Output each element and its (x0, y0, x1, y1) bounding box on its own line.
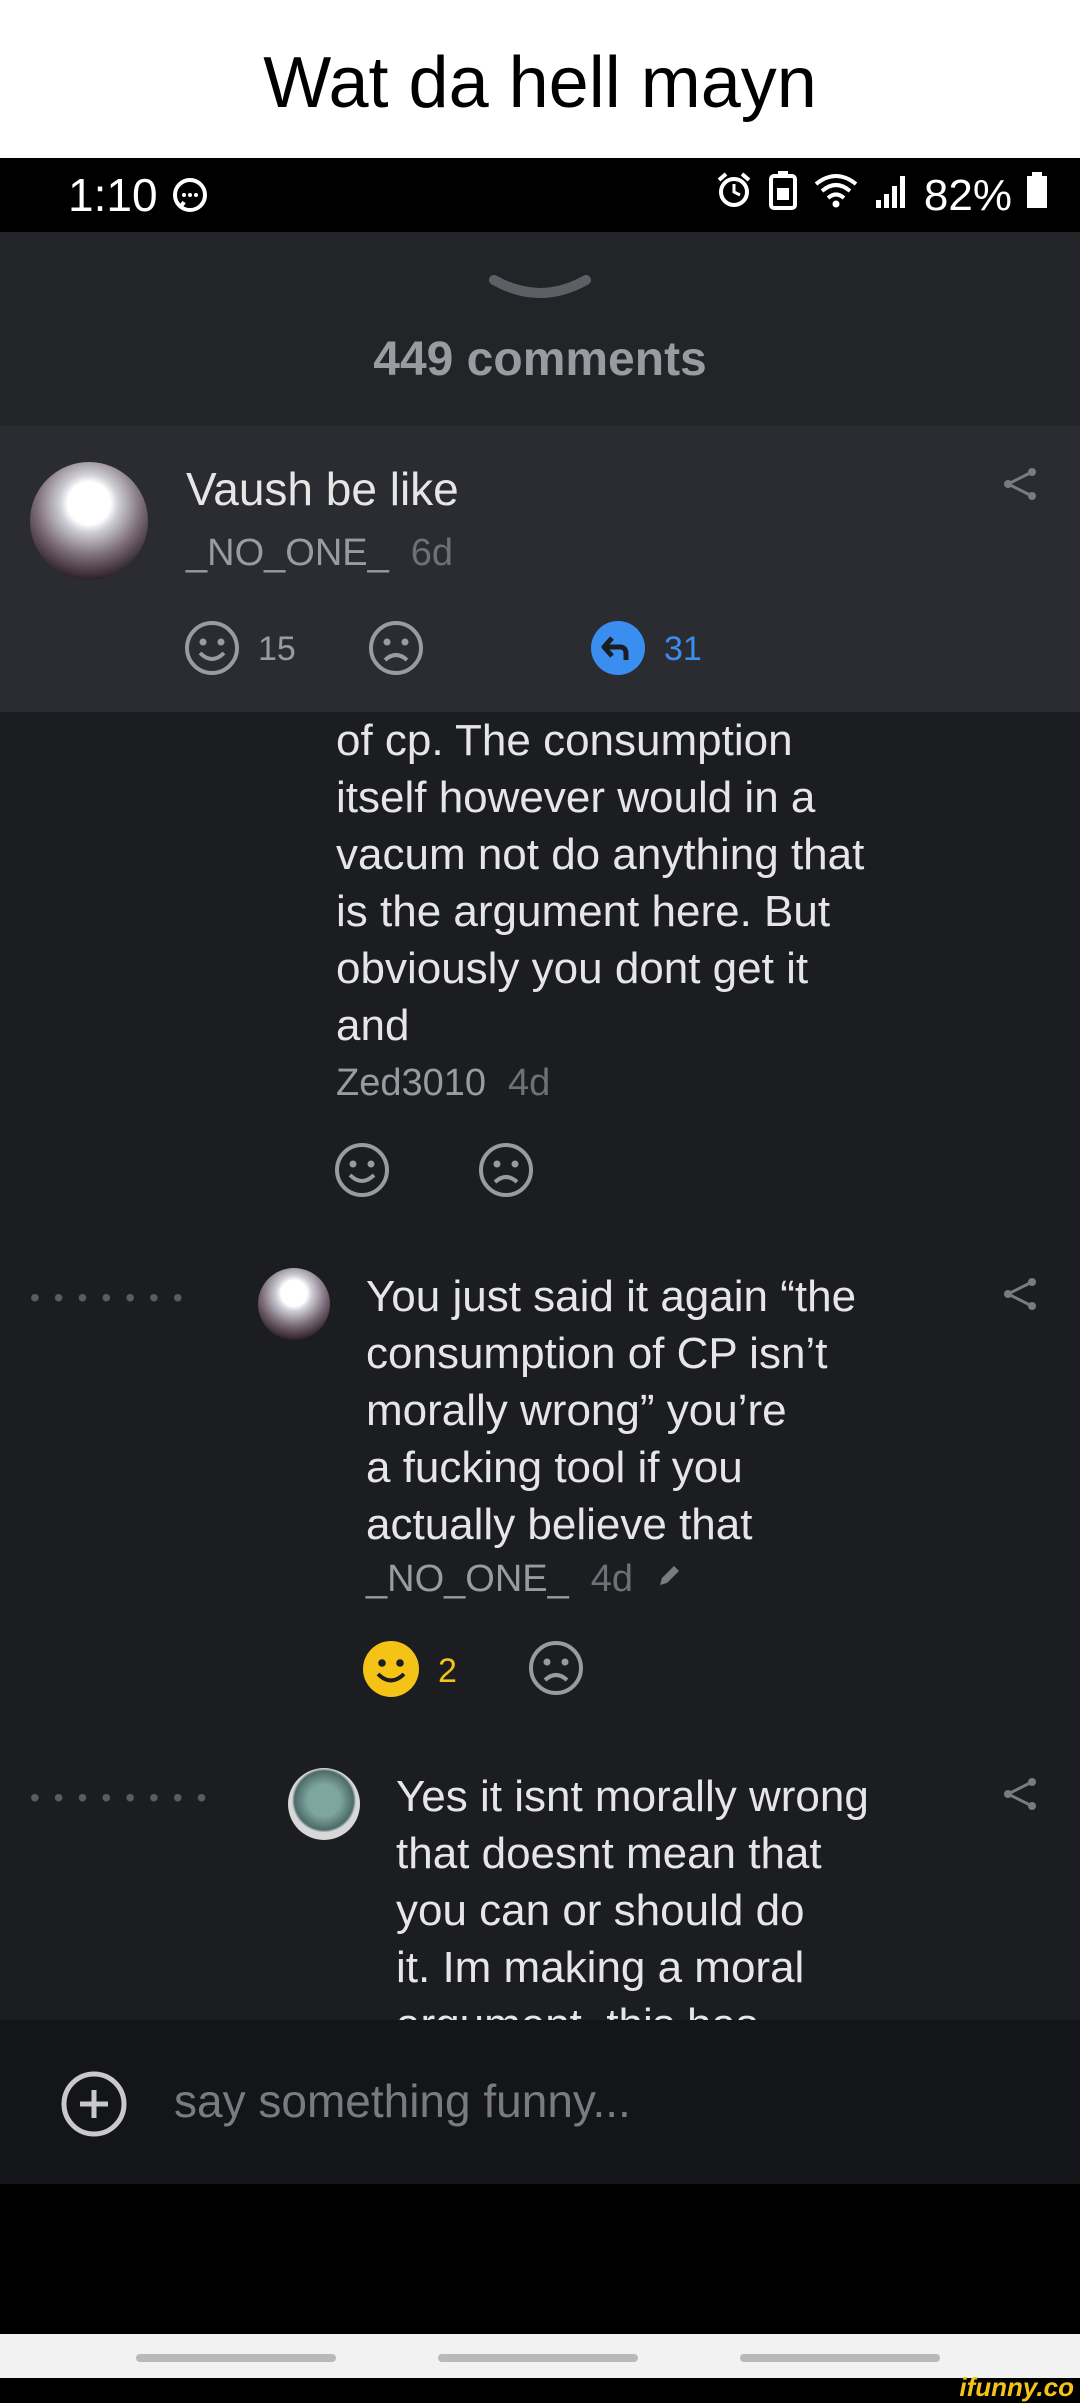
comments-sheet: 449 comments Vaush be like _NO_ONE_ 6d 15… (0, 232, 1080, 2020)
nav-gesture-hint[interactable] (740, 2354, 940, 2362)
thread-depth-dots: ••••••• (30, 1282, 197, 1313)
comment-text: of cp. The consumption itself however wo… (336, 716, 865, 1050)
post-title: Vaush be like (186, 463, 459, 515)
gesture-navigation-bar (0, 2334, 1080, 2378)
unsmile-icon[interactable] (478, 1142, 534, 1203)
avatar[interactable] (258, 1268, 330, 1340)
battery-saver-icon (768, 170, 798, 221)
comment-age: 4d (590, 1558, 634, 1600)
battery-icon (1026, 170, 1048, 221)
nav-gesture-hint[interactable] (136, 2354, 336, 2362)
comment-meta: Zed3010 4d (336, 1062, 550, 1105)
comment-text: Yes it isnt morally wrong that doesnt me… (396, 1772, 869, 2020)
smile-icon[interactable] (184, 620, 240, 681)
comment-age: 4d (508, 1062, 551, 1104)
share-icon[interactable] (1000, 1274, 1040, 1319)
collapse-chevron-icon[interactable] (488, 272, 592, 313)
alarm-icon (714, 170, 754, 221)
unsmile-icon[interactable] (368, 620, 424, 681)
comments-header: 449 comments (0, 232, 1080, 426)
add-attachment-icon[interactable] (60, 2070, 128, 2143)
share-icon[interactable] (1000, 1774, 1040, 1819)
smile-count: 15 (258, 630, 296, 668)
smile-icon[interactable] (334, 1142, 390, 1203)
messenger-icon (172, 178, 208, 219)
wifi-icon (812, 170, 860, 221)
comment-input-bar: say something funny... (0, 2020, 1080, 2184)
smile-count: 2 (438, 1652, 457, 1690)
status-bar: 1:10 82% (0, 158, 1080, 232)
battery-percent: 82% (923, 170, 1012, 220)
ifunny-watermark: ifunny.co (959, 2372, 1074, 2402)
post-age: 6d (410, 532, 454, 574)
post-author[interactable]: _NO_ONE_ (186, 532, 389, 574)
status-time: 1:10 (68, 169, 158, 221)
nav-gesture-hint[interactable] (438, 2354, 638, 2362)
original-post-comment: Vaush be like _NO_ONE_ 6d 15 31 (0, 426, 1080, 712)
meme-caption-area: Wat da hell mayn (0, 0, 1080, 158)
post-meta: _NO_ONE_ 6d (186, 532, 453, 575)
comment-author[interactable]: _NO_ONE_ (366, 1558, 569, 1600)
thread-depth-dots: •••••••• (30, 1782, 221, 1813)
avatar[interactable] (288, 1768, 360, 1840)
comment-author[interactable]: Zed3010 (336, 1062, 486, 1104)
smile-icon-active[interactable] (362, 1640, 420, 1703)
meme-caption: Wat da hell mayn (263, 43, 817, 123)
avatar[interactable] (30, 462, 148, 580)
comment-meta: _NO_ONE_ 4d (366, 1558, 684, 1601)
edited-pencil-icon (654, 1558, 684, 1600)
comment-text: You just said it again “the consumption … (366, 1272, 857, 1549)
share-icon[interactable] (1000, 464, 1040, 509)
bottom-spacer (0, 2184, 1080, 2334)
comment-input[interactable]: say something funny... (174, 2074, 631, 2128)
footer-strip: ifunny.co (0, 2372, 1080, 2402)
reply-icon[interactable] (590, 620, 646, 681)
comment-count: 449 comments (373, 333, 707, 386)
unsmile-icon[interactable] (528, 1640, 584, 1701)
reply-count[interactable]: 31 (664, 630, 702, 669)
signal-icon (874, 170, 910, 221)
